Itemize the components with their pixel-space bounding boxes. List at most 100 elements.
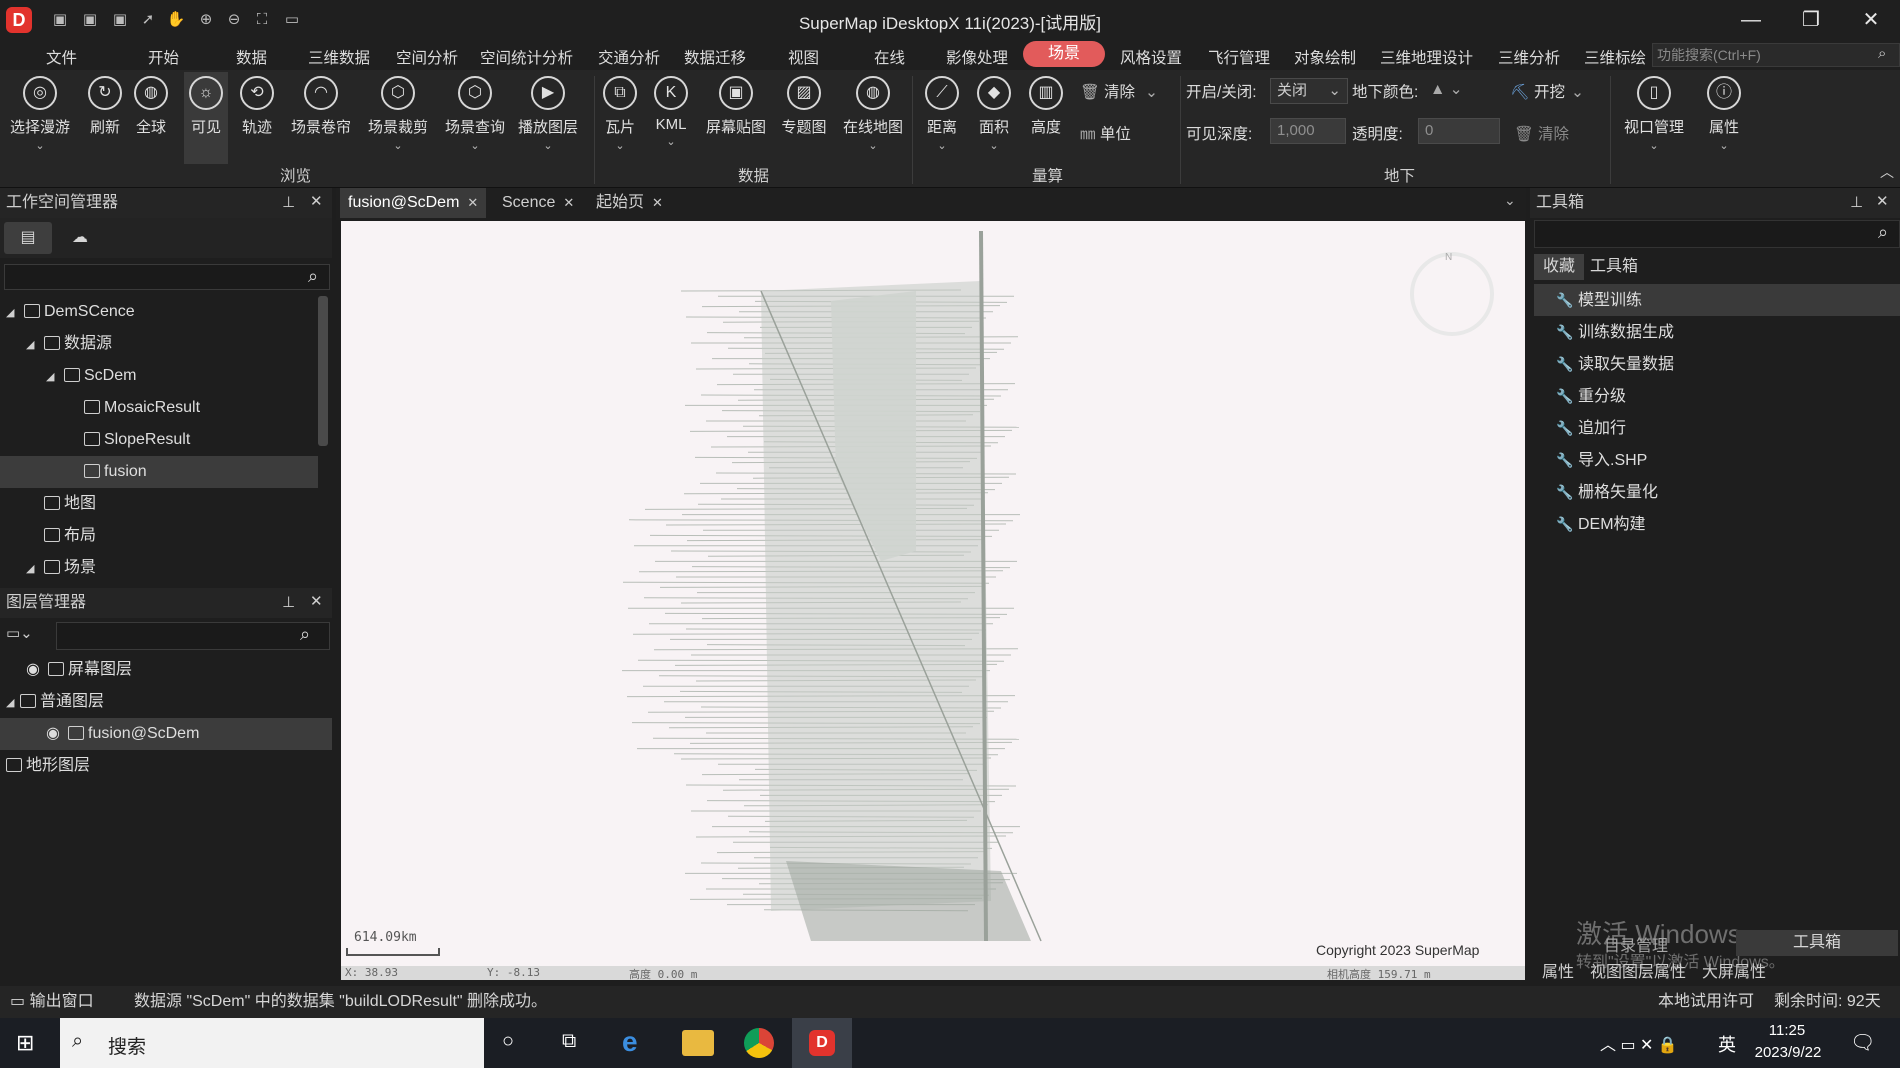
task-view-icon[interactable]: ⧉: [562, 1030, 576, 1053]
ribbon-button-browse-7[interactable]: ⬡ 场景查询 ⌄: [438, 72, 512, 164]
supermap-taskbar-item[interactable]: D: [792, 1018, 852, 1068]
workspace-tree-item[interactable]: SlopeResult: [0, 424, 318, 456]
maximize-button[interactable]: ❐: [1788, 4, 1834, 36]
ribbon-button-measure-1[interactable]: ◆ 面积 ⌄: [970, 72, 1018, 164]
scene-viewport[interactable]: [341, 221, 1525, 980]
bottom-tab-toolbox[interactable]: 工具箱: [1736, 930, 1898, 956]
toolbox-tab-favorites[interactable]: 收藏: [1534, 254, 1584, 280]
menu-tab[interactable]: 三维分析: [1498, 46, 1560, 67]
toolbox-tab-tools[interactable]: 工具箱: [1590, 254, 1638, 280]
menu-tab[interactable]: 交通分析: [598, 46, 660, 67]
layer-tree-item[interactable]: ◉ 屏幕图层: [0, 654, 332, 686]
layer-tree-item[interactable]: 地形图层: [0, 750, 332, 782]
cortana-icon[interactable]: ○: [502, 1030, 514, 1053]
quick-access-icon[interactable]: ➚: [138, 10, 158, 30]
resource-view-icon[interactable]: ☁: [62, 222, 98, 254]
document-tab[interactable]: 起始页 ✕: [588, 188, 671, 218]
quick-access-icon[interactable]: ✋: [166, 10, 186, 30]
close-icon[interactable]: ✕: [1876, 192, 1889, 210]
workspace-tree-item[interactable]: 布局: [0, 520, 318, 552]
scrollbar[interactable]: [318, 296, 328, 446]
ribbon-button-measure-0[interactable]: ⟋ 距离 ⌄: [916, 72, 968, 164]
expand-arrow-icon[interactable]: ◢: [6, 297, 24, 329]
dig-button[interactable]: ⛏ 开挖 ⌄: [1510, 80, 1584, 102]
search-icon[interactable]: ⌕: [1878, 222, 1888, 243]
underground-color-picker[interactable]: ▲ ⌄: [1430, 80, 1463, 99]
visible-depth-input[interactable]: 1,000: [1270, 118, 1346, 144]
quick-access-icon[interactable]: ▣: [110, 10, 130, 30]
opacity-input[interactable]: 0: [1418, 118, 1500, 144]
chevron-down-icon[interactable]: ⌄: [1504, 192, 1516, 209]
measure-clear-button[interactable]: 🗑 清除 ⌄: [1080, 80, 1158, 102]
menu-tab[interactable]: 空间分析: [396, 46, 458, 67]
toolbox-item[interactable]: 🔧 导入.SHP: [1534, 444, 1900, 476]
underground-clear-button[interactable]: 🗑 清除: [1514, 122, 1569, 144]
layer-search-input[interactable]: [56, 622, 330, 650]
menu-tab[interactable]: 三维标绘: [1584, 46, 1646, 67]
compass-icon[interactable]: [1410, 252, 1494, 336]
windows-start-icon[interactable]: ⊞: [16, 1030, 34, 1056]
quick-access-icon[interactable]: ⛶: [252, 10, 272, 30]
quick-access-icon[interactable]: ▣: [50, 10, 70, 30]
search-icon[interactable]: ⌕: [308, 266, 318, 287]
toolbox-item[interactable]: 🔧 模型训练: [1534, 284, 1900, 316]
collapse-ribbon-icon[interactable]: ︿: [1880, 162, 1894, 182]
close-icon[interactable]: ✕: [310, 192, 323, 210]
ribbon-button-data-0[interactable]: ⧉ 瓦片 ⌄: [598, 72, 642, 164]
close-button[interactable]: ✕: [1848, 4, 1894, 36]
bottom-tab-view-layer-props[interactable]: 视图图层属性: [1590, 958, 1686, 982]
menu-tab[interactable]: 开始: [148, 46, 179, 67]
menu-tab[interactable]: 风格设置: [1120, 46, 1182, 67]
toolbox-item[interactable]: 🔧 重分级: [1534, 380, 1900, 412]
close-icon[interactable]: ✕: [467, 195, 478, 210]
function-search-input[interactable]: 功能搜索(Ctrl+F): [1652, 43, 1900, 67]
menu-tab[interactable]: 影像处理: [946, 46, 1008, 67]
expand-arrow-icon[interactable]: ◢: [26, 553, 44, 585]
ribbon-button-browse-8[interactable]: ▶ 播放图层 ⌄: [514, 72, 582, 164]
menu-tab-scene-active[interactable]: 场景: [1023, 41, 1105, 67]
ribbon-button-browse-6[interactable]: ⬡ 场景裁剪 ⌄: [362, 72, 434, 164]
minimize-button[interactable]: —: [1728, 4, 1774, 36]
measure-unit-button[interactable]: ㎜ 单位: [1080, 122, 1131, 144]
quick-access-icon[interactable]: ⊖: [224, 10, 244, 30]
ribbon-button-browse-4[interactable]: ⟲ 轨迹: [234, 72, 280, 164]
toolbox-item[interactable]: 🔧 追加行: [1534, 412, 1900, 444]
ribbon-button-viewport_mgr[interactable]: ▯ 视口管理 ⌄: [1618, 72, 1690, 164]
document-tab[interactable]: Scence ✕: [494, 188, 582, 218]
menu-tab[interactable]: 数据: [236, 46, 267, 67]
close-icon[interactable]: ✕: [563, 195, 574, 210]
ribbon-button-data-1[interactable]: K KML ⌄: [648, 72, 694, 164]
underground-toggle-select[interactable]: 关闭 ⌄: [1270, 78, 1348, 104]
toolbox-search-input[interactable]: [1534, 220, 1900, 248]
search-icon[interactable]: ⌕: [300, 624, 310, 645]
ribbon-button-browse-0[interactable]: ◎ 选择漫游 ⌄: [0, 72, 80, 164]
clock-time[interactable]: 11:25: [1752, 1022, 1822, 1039]
visibility-eye-icon[interactable]: ◉: [26, 654, 48, 686]
clock-date[interactable]: 2023/9/22: [1748, 1044, 1828, 1061]
quick-access-icon[interactable]: ▣: [80, 10, 100, 30]
close-icon[interactable]: ✕: [652, 195, 663, 210]
ribbon-button-browse-2[interactable]: ◍ 全球: [130, 72, 172, 164]
ribbon-button-properties[interactable]: ⓘ 属性 ⌄: [1700, 72, 1748, 164]
toolbox-item[interactable]: 🔧 读取矢量数据: [1534, 348, 1900, 380]
ribbon-button-data-4[interactable]: ◍ 在线地图 ⌄: [840, 72, 906, 164]
ribbon-button-browse-3[interactable]: ☼ 可见: [184, 72, 228, 164]
menu-tab[interactable]: 文件: [46, 46, 77, 67]
ribbon-button-measure-2[interactable]: ▥ 高度: [1020, 72, 1072, 164]
notification-icon[interactable]: 🗨: [1850, 1030, 1875, 1055]
workspace-tree-item[interactable]: ◢ 数据源: [0, 328, 318, 360]
close-icon[interactable]: ✕: [310, 592, 323, 610]
layer-add-icon[interactable]: ▭⌄: [6, 624, 33, 642]
bottom-tab-properties[interactable]: 属性: [1542, 958, 1574, 982]
bottom-tab-screen-props[interactable]: 大屏属性: [1702, 958, 1766, 982]
ime-indicator[interactable]: 英: [1718, 1031, 1736, 1057]
workspace-tree-item[interactable]: 地图: [0, 488, 318, 520]
quick-access-icon[interactable]: ⊕: [196, 10, 216, 30]
output-window-button[interactable]: ▭ 输出窗口: [10, 986, 94, 1018]
ribbon-button-browse-5[interactable]: ◠ 场景卷帘: [284, 72, 358, 164]
ribbon-button-browse-1[interactable]: ↻ 刷新: [84, 72, 126, 164]
menu-tab[interactable]: 飞行管理: [1208, 46, 1270, 67]
pin-icon[interactable]: ⊥: [282, 193, 295, 211]
expand-arrow-icon[interactable]: ◢: [6, 687, 20, 719]
toolbox-item[interactable]: 🔧 栅格矢量化: [1534, 476, 1900, 508]
